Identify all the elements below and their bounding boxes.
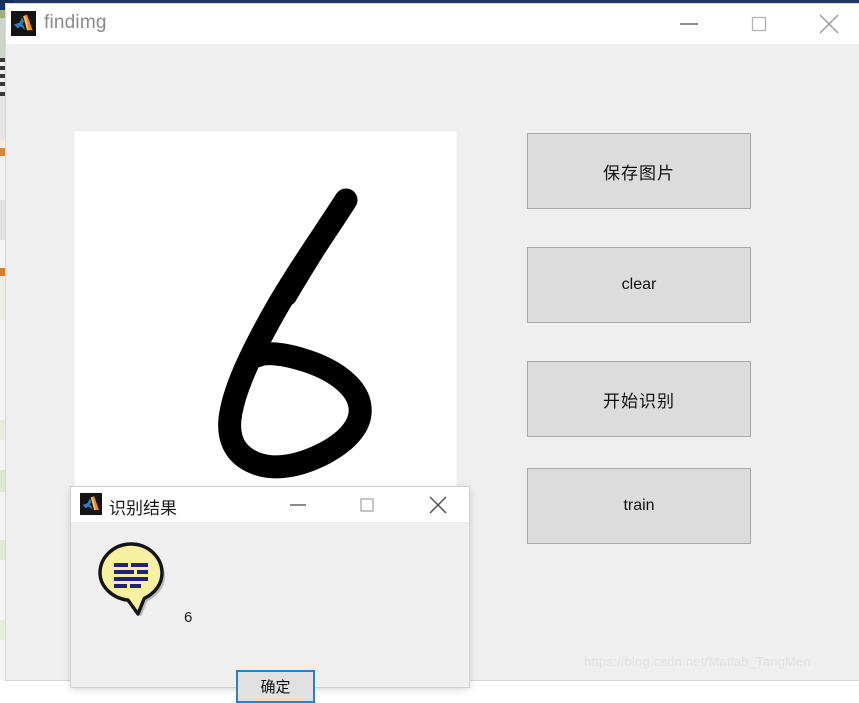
window-titlebar: findimg bbox=[6, 4, 859, 45]
start-recognition-button-label: 开始识别 bbox=[603, 391, 675, 411]
dialog-ok-button[interactable]: 确定 bbox=[236, 670, 315, 703]
watermark-text: https://blog.csdn.net/Matlab_TangMen bbox=[584, 654, 811, 669]
speech-bubble-icon bbox=[95, 540, 167, 617]
save-image-button-label: 保存图片 bbox=[603, 163, 675, 183]
drawing-canvas[interactable] bbox=[75, 132, 456, 494]
dialog-titlebar: 识别结果 bbox=[71, 487, 469, 522]
clear-button[interactable]: clear bbox=[527, 247, 751, 323]
train-button[interactable]: train bbox=[527, 468, 751, 544]
save-image-button[interactable]: 保存图片 bbox=[527, 133, 751, 209]
dialog-close-button[interactable] bbox=[416, 487, 460, 522]
dialog-body: 6 确定 bbox=[71, 522, 469, 703]
start-recognition-button[interactable]: 开始识别 bbox=[527, 361, 751, 437]
window-title: findimg bbox=[44, 12, 107, 33]
maximize-button[interactable] bbox=[736, 4, 782, 44]
minimize-button[interactable] bbox=[666, 4, 712, 44]
dialog-ok-button-label: 确定 bbox=[260, 679, 291, 696]
dialog-title: 识别结果 bbox=[109, 499, 177, 518]
matlab-icon bbox=[80, 493, 102, 515]
dialog-message-text: 6 bbox=[184, 609, 193, 626]
matlab-icon bbox=[11, 11, 36, 36]
train-button-label: train bbox=[623, 497, 655, 514]
close-button[interactable] bbox=[806, 4, 852, 44]
dialog-minimize-button[interactable] bbox=[276, 487, 320, 522]
recognition-result-dialog: 识别结果 6 确定 bbox=[71, 487, 469, 703]
clear-button-label: clear bbox=[621, 276, 657, 293]
dialog-maximize-button[interactable] bbox=[345, 487, 389, 522]
